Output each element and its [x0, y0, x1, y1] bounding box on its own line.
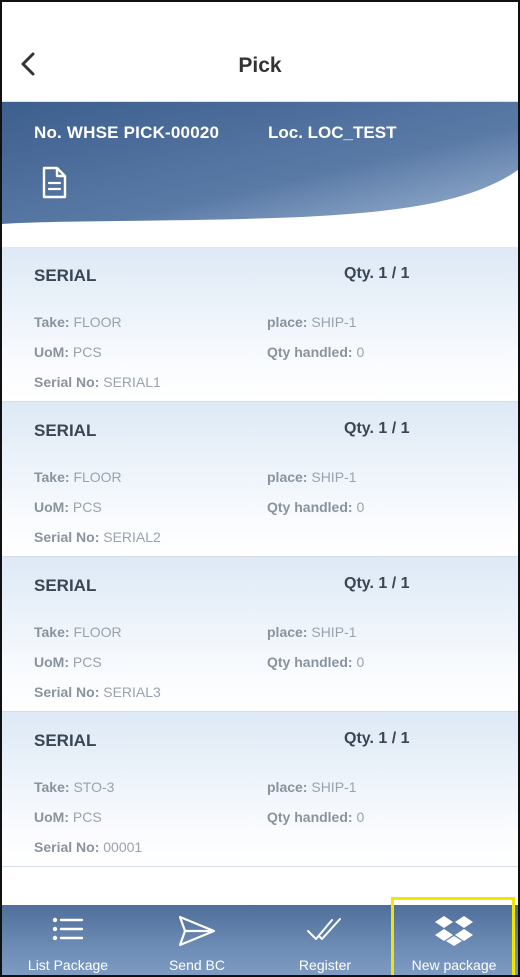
serial-no-field: Serial No: SERIAL1: [34, 374, 161, 390]
uom-value: PCS: [72, 809, 102, 825]
place-value: SHIP-1: [311, 624, 357, 640]
qty-handled-value: 0: [356, 344, 365, 360]
top-bar: Pick: [2, 2, 518, 102]
pick-line-card[interactable]: SERIAL Qty. 1 / 1 Take: FLOOR place: SHI…: [2, 402, 518, 557]
take-field: Take: FLOOR: [34, 469, 122, 485]
serial-no-label: Serial No:: [34, 839, 100, 855]
serial-no-value: 00001: [103, 839, 143, 855]
header-banner: No. WHSE PICK-00020 Loc. LOC_TEST: [2, 102, 518, 227]
place-field: place: SHIP-1: [267, 779, 356, 795]
bottom-nav: List Package Send BC Register New packag…: [2, 905, 518, 975]
take-label: Take:: [34, 779, 70, 795]
qty-handled-label: Qty handled:: [267, 499, 353, 515]
qty-handled-value: 0: [356, 809, 365, 825]
take-value: FLOOR: [73, 469, 122, 485]
take-field: Take: FLOOR: [34, 314, 122, 330]
serial-no-label: Serial No:: [34, 374, 100, 390]
uom-field: UoM: PCS: [34, 654, 102, 670]
list-package-button[interactable]: List Package: [2, 905, 134, 975]
take-label: Take:: [34, 624, 70, 640]
qty-handled-value: 0: [356, 654, 365, 670]
serial-no-field: Serial No: SERIAL2: [34, 529, 161, 545]
item-name: SERIAL: [34, 266, 97, 285]
serial-no-field: Serial No: 00001: [34, 839, 142, 855]
pick-line-card[interactable]: SERIAL Qty. 1 / 1 Take: FLOOR place: SHI…: [2, 247, 518, 402]
uom-field: UoM: PCS: [34, 344, 102, 360]
take-value: FLOOR: [73, 624, 122, 640]
serial-no-value: SERIAL2: [103, 529, 161, 545]
qty-handled-label: Qty handled:: [267, 654, 353, 670]
send-bc-label: Send BC: [168, 957, 226, 973]
pick-lines-list: SERIAL Qty. 1 / 1 Take: FLOOR place: SHI…: [2, 247, 518, 867]
register-button[interactable]: Register: [260, 905, 390, 975]
document-icon[interactable]: [40, 166, 68, 200]
list-package-label: List Package: [27, 957, 109, 973]
take-label: Take:: [34, 469, 70, 485]
take-field: Take: FLOOR: [34, 624, 122, 640]
location-label: Loc. LOC_TEST: [268, 123, 397, 142]
qty-handled-field: Qty handled: 0: [267, 344, 364, 360]
place-label: place:: [267, 314, 308, 330]
serial-no-field: Serial No: SERIAL3: [34, 684, 161, 700]
qty-handled-label: Qty handled:: [267, 344, 353, 360]
uom-value: PCS: [72, 654, 102, 670]
quantity: Qty. 1 / 1: [344, 730, 410, 747]
app-frame: Pick No. WHSE PICK-00020 Loc. LOC_TEST S…: [0, 0, 520, 977]
place-value: SHIP-1: [311, 469, 357, 485]
uom-field: UoM: PCS: [34, 499, 102, 515]
qty-handled-value: 0: [356, 499, 365, 515]
item-name: SERIAL: [34, 731, 97, 750]
qty-handled-field: Qty handled: 0: [267, 654, 364, 670]
qty-handled-field: Qty handled: 0: [267, 499, 364, 515]
list-icon: [52, 917, 84, 941]
uom-label: UoM:: [34, 499, 69, 515]
pick-line-card[interactable]: SERIAL Qty. 1 / 1 Take: STO-3 place: SHI…: [2, 712, 518, 867]
pick-line-card[interactable]: SERIAL Qty. 1 / 1 Take: FLOOR place: SHI…: [2, 557, 518, 712]
place-value: SHIP-1: [311, 779, 357, 795]
serial-no-label: Serial No:: [34, 684, 100, 700]
dropbox-icon: [435, 916, 473, 946]
take-value: STO-3: [73, 779, 115, 795]
place-value: SHIP-1: [311, 314, 357, 330]
uom-value: PCS: [72, 344, 102, 360]
banner-background: [2, 102, 518, 224]
double-check-icon: [307, 918, 341, 940]
new-package-button[interactable]: New package: [390, 905, 518, 975]
place-label: place:: [267, 624, 308, 640]
qty-handled-label: Qty handled:: [267, 809, 353, 825]
uom-label: UoM:: [34, 344, 69, 360]
send-icon: [178, 915, 216, 947]
document-number: No. WHSE PICK-00020: [34, 123, 220, 142]
send-bc-button[interactable]: Send BC: [132, 905, 262, 975]
uom-value: PCS: [72, 499, 102, 515]
place-field: place: SHIP-1: [267, 624, 356, 640]
take-value: FLOOR: [73, 314, 122, 330]
uom-label: UoM:: [34, 809, 69, 825]
new-package-label: New package: [411, 957, 497, 973]
quantity: Qty. 1 / 1: [344, 575, 410, 592]
page-title: Pick: [238, 54, 282, 77]
uom-label: UoM:: [34, 654, 69, 670]
uom-field: UoM: PCS: [34, 809, 102, 825]
item-name: SERIAL: [34, 576, 97, 595]
place-field: place: SHIP-1: [267, 469, 356, 485]
place-field: place: SHIP-1: [267, 314, 356, 330]
serial-no-label: Serial No:: [34, 529, 100, 545]
place-label: place:: [267, 779, 308, 795]
register-label: Register: [298, 957, 352, 973]
take-label: Take:: [34, 314, 70, 330]
qty-handled-field: Qty handled: 0: [267, 809, 364, 825]
quantity: Qty. 1 / 1: [344, 420, 410, 437]
place-label: place:: [267, 469, 308, 485]
serial-no-value: SERIAL3: [103, 684, 161, 700]
item-name: SERIAL: [34, 421, 97, 440]
serial-no-value: SERIAL1: [103, 374, 161, 390]
take-field: Take: STO-3: [34, 779, 114, 795]
quantity: Qty. 1 / 1: [344, 265, 410, 282]
